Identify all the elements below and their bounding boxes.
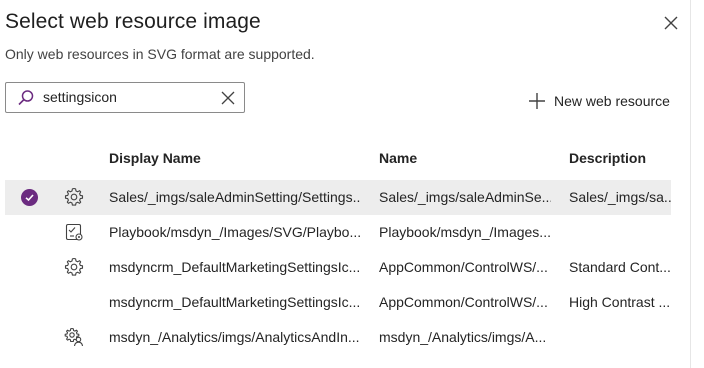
cell-name: AppCommon/ControlWS/...	[379, 259, 548, 275]
cell-description: Sales/_imgs/sa...	[569, 189, 671, 205]
column-header-name[interactable]: Name	[379, 150, 417, 166]
cell-display-name: msdyncrm_DefaultMarketingSettingsIc...	[109, 294, 361, 310]
select-web-resource-dialog: Select web resource image Only web resou…	[0, 0, 690, 368]
gear-icon	[64, 257, 84, 276]
close-icon	[664, 16, 678, 30]
column-header-display-name[interactable]: Display Name	[109, 150, 201, 166]
search-icon	[18, 90, 34, 106]
clear-search-icon[interactable]	[219, 89, 237, 107]
people-settings-icon	[64, 327, 84, 347]
dialog-subtitle: Only web resources in SVG format are sup…	[5, 46, 315, 62]
table-row[interactable]: msdyncrm_DefaultMarketingSettingsIc... A…	[5, 285, 671, 320]
search-input[interactable]: settingsicon	[5, 82, 245, 113]
selected-check-icon[interactable]	[21, 189, 38, 206]
table-row[interactable]: msdyncrm_DefaultMarketingSettingsIc... A…	[5, 250, 671, 285]
new-web-resource-label: New web resource	[554, 93, 670, 109]
table-header: Display Name Name Description	[0, 147, 672, 171]
cell-display-name: Sales/_imgs/saleAdminSetting/Settings...	[109, 189, 361, 205]
search-value[interactable]: settingsicon	[43, 89, 117, 105]
cell-display-name: msdyncrm_DefaultMarketingSettingsIc...	[109, 259, 361, 275]
cell-description: High Contrast ...	[569, 294, 671, 310]
table-row[interactable]: msdyn_/Analytics/imgs/AnalyticsAndIn... …	[5, 320, 671, 355]
plus-icon	[529, 93, 545, 109]
cell-name: msdyn_/Analytics/imgs/A...	[379, 329, 547, 345]
cell-name: Sales/_imgs/saleAdminSe...	[379, 189, 551, 205]
checklist-icon	[65, 223, 83, 241]
cell-display-name: Playbook/msdyn_/Images/SVG/Playbo...	[109, 224, 361, 240]
column-header-description[interactable]: Description	[569, 150, 646, 166]
cell-name: AppCommon/ControlWS/...	[379, 294, 548, 310]
cell-name: Playbook/msdyn_/Images...	[379, 224, 551, 240]
close-button[interactable]	[659, 11, 683, 35]
background-window-edge	[690, 0, 704, 368]
cell-display-name: msdyn_/Analytics/imgs/AnalyticsAndIn...	[109, 329, 360, 345]
gear-icon	[64, 187, 84, 206]
new-web-resource-button[interactable]: New web resource	[528, 91, 670, 111]
table-row[interactable]: Sales/_imgs/saleAdminSetting/Settings...…	[5, 180, 671, 215]
table-row[interactable]: Playbook/msdyn_/Images/SVG/Playbo... Pla…	[5, 215, 671, 250]
cell-description: Standard Cont...	[569, 259, 671, 275]
dialog-title: Select web resource image	[5, 10, 261, 33]
